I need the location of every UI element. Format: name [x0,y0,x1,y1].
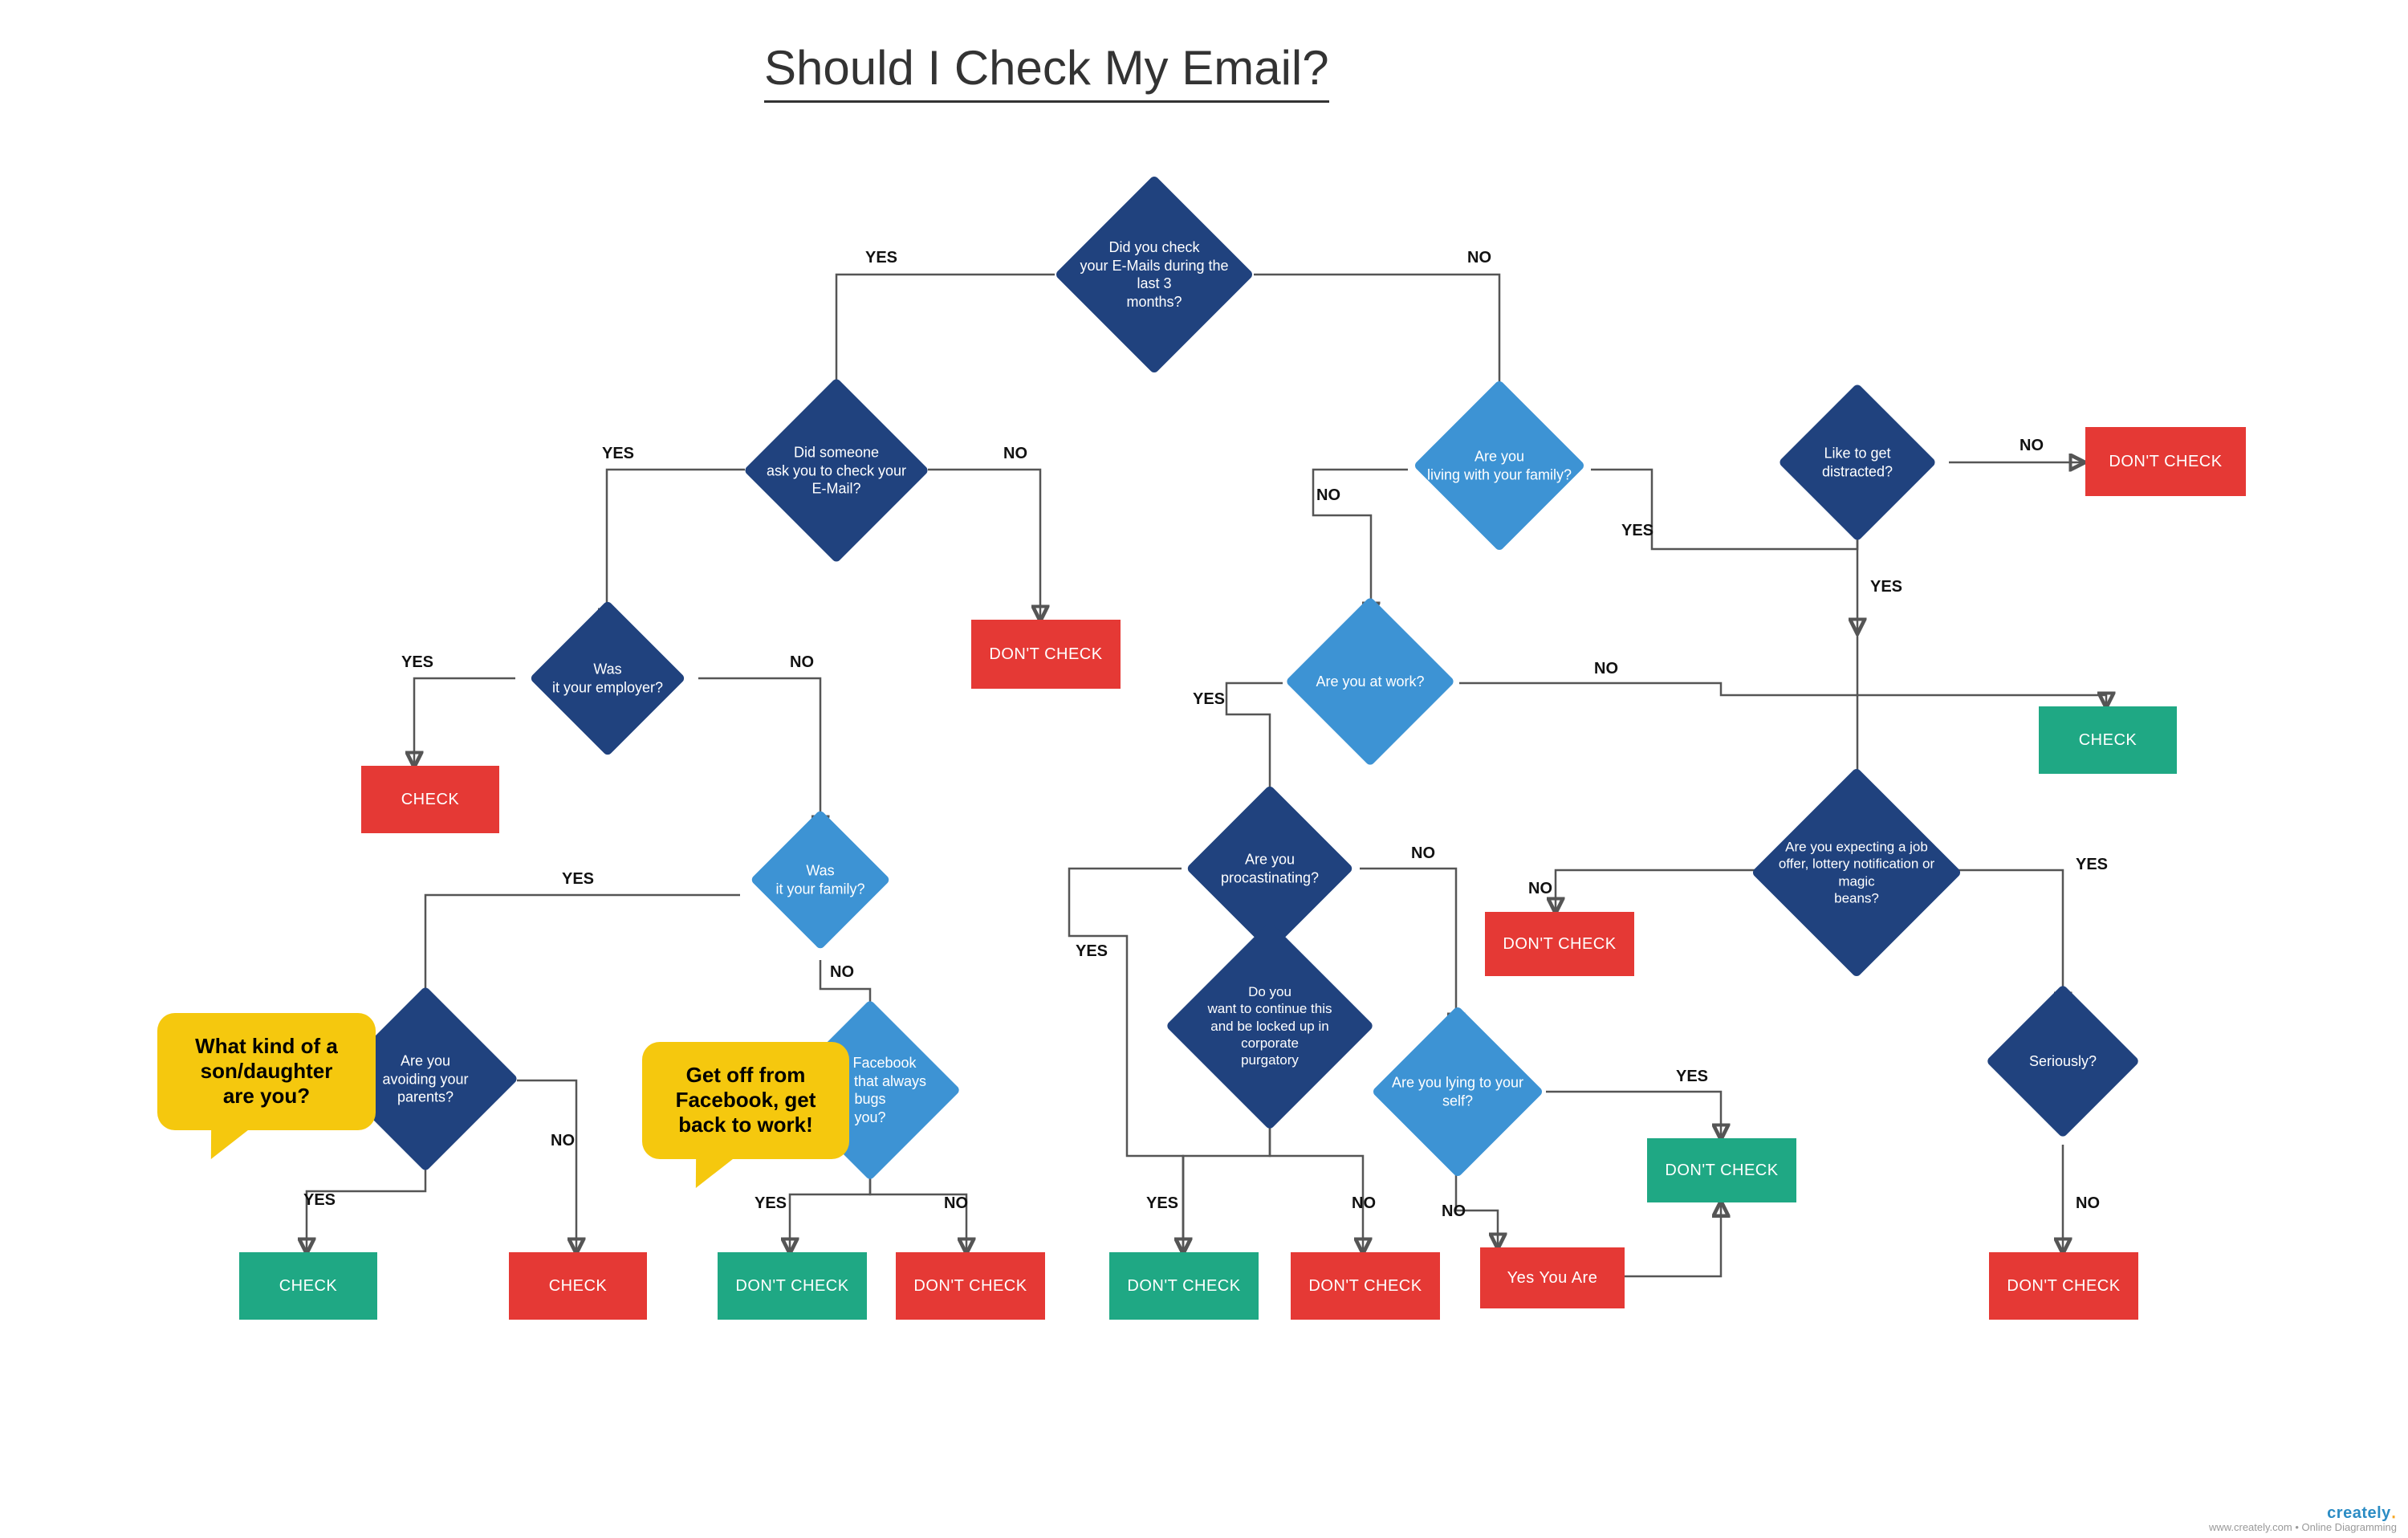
decision-seriously: Seriously? [2008,1007,2117,1116]
edge-label-no: NO [790,653,814,672]
edge-label-yes: YES [1870,578,1902,596]
decision-label: Do youwant to continue thisand be locked… [1186,983,1354,1068]
decision-lying-to-self: Are you lying to your self? [1397,1031,1519,1153]
terminal-dont-check: DON'T CHECK [1291,1252,1440,1320]
decision-label: Did someoneask you to check yourE-Mail? [756,443,917,498]
decision-label: Did you checkyour E-Mails during the las… [1074,238,1235,311]
brand-logo: creately․ [2209,1504,2397,1522]
terminal-dont-check: DON'T CHECK [1109,1252,1259,1320]
decision-corporate-purgatory: Do youwant to continue thisand be locked… [1196,952,1344,1100]
edge-label-yes: YES [562,870,594,889]
terminal-dont-check: DON'T CHECK [896,1252,1045,1320]
edge-label-no: NO [2020,437,2044,455]
terminal-check: CHECK [361,766,499,833]
edge-label-yes: YES [303,1191,336,1210]
edge-label-no: NO [830,963,854,982]
terminal-dont-check: DON'T CHECK [971,620,1121,689]
edge-label-no: NO [551,1132,575,1150]
edge-label-yes: YES [865,249,897,267]
decision-label: Like to get distracted? [1789,445,1926,481]
edge-label-yes: YES [755,1194,787,1213]
terminal-dont-check: DON'T CHECK [2085,427,2246,496]
decision-avoiding-parents: Are youavoiding your parents? [360,1013,491,1145]
decision-like-distracted: Like to get distracted? [1801,406,1914,519]
decision-label: Wasit your family? [764,862,877,898]
edge-label-no: NO [1528,880,1552,898]
edge-label-no: NO [1352,1194,1376,1213]
edge-label-no: NO [1442,1202,1466,1221]
terminal-dont-check: DON'T CHECK [1485,912,1634,976]
speech-tail-icon [200,1124,256,1159]
terminal-check: CHECK [509,1252,647,1320]
watermark: creately․ www.creately.com • Online Diag… [2209,1504,2397,1533]
decision-checked-last-3-months: Did you checkyour E-Mails during the las… [1084,204,1225,345]
terminal-check: CHECK [239,1252,377,1320]
edge-label-yes: YES [1676,1068,1708,1086]
decision-living-with-family: Are youliving with your family? [1438,405,1560,527]
decision-label: Are you expecting a joboffer, lottery no… [1764,839,1949,907]
terminal-dont-check: DON'T CHECK [718,1252,867,1320]
terminal-check: CHECK [2039,706,2177,774]
decision-label: Seriously? [2011,1052,2115,1071]
decision-label: Are you lying to your self? [1385,1074,1530,1110]
decision-procrastinating: Are you procastinating? [1210,809,1329,928]
edge-label-yes: YES [2076,856,2108,874]
edge-label-no: NO [2076,1194,2100,1213]
decision-at-work: Are you at work? [1310,621,1430,742]
edge-label-no: NO [1411,844,1435,863]
edge-label-no: NO [1003,445,1027,463]
decision-label: Are youliving with your family? [1419,448,1580,484]
callout-text: What kind of ason/daughterare you? [195,1034,338,1108]
terminal-dont-check: DON'T CHECK [1647,1138,1796,1202]
decision-expecting-offer: Are you expecting a joboffer, lottery no… [1782,798,1931,947]
terminal-yes-you-are: Yes You Are [1480,1247,1625,1308]
decision-family: Wasit your family? [771,830,870,930]
callout-son-daughter: What kind of ason/daughterare you? [157,1013,376,1130]
edge-label-yes: YES [602,445,634,463]
decision-employer: Wasit your employer? [552,623,663,734]
edge-label-yes: YES [1621,522,1653,540]
decision-someone-asked: Did someoneask you to check yourE-Mail? [771,405,902,536]
decision-label: Are you procastinating? [1198,851,1342,887]
decision-label: Are youavoiding your parents? [357,1052,494,1106]
callout-facebook: Get off fromFacebook, getback to work! [642,1042,849,1159]
speech-tail-icon [685,1153,741,1188]
edge-label-no: NO [1467,249,1491,267]
edge-label-yes: YES [1076,942,1108,961]
edge-label-yes: YES [1146,1194,1178,1213]
flowchart-canvas: Should I Check My Email? [0,0,2408,1538]
edge-label-yes: YES [401,653,433,672]
edge-label-no: NO [944,1194,968,1213]
diagram-title: Should I Check My Email? [764,40,1329,103]
brand-subtext: www.creately.com • Online Diagramming [2209,1522,2397,1533]
edge-label-yes: YES [1193,690,1225,709]
edge-label-no: NO [1316,486,1340,505]
decision-label: Wasit your employer? [543,661,672,697]
decision-label: Are you at work? [1310,673,1430,691]
edge-label-no: NO [1594,660,1618,678]
terminal-dont-check: DON'T CHECK [1989,1252,2138,1320]
callout-text: Get off fromFacebook, getback to work! [676,1063,816,1137]
